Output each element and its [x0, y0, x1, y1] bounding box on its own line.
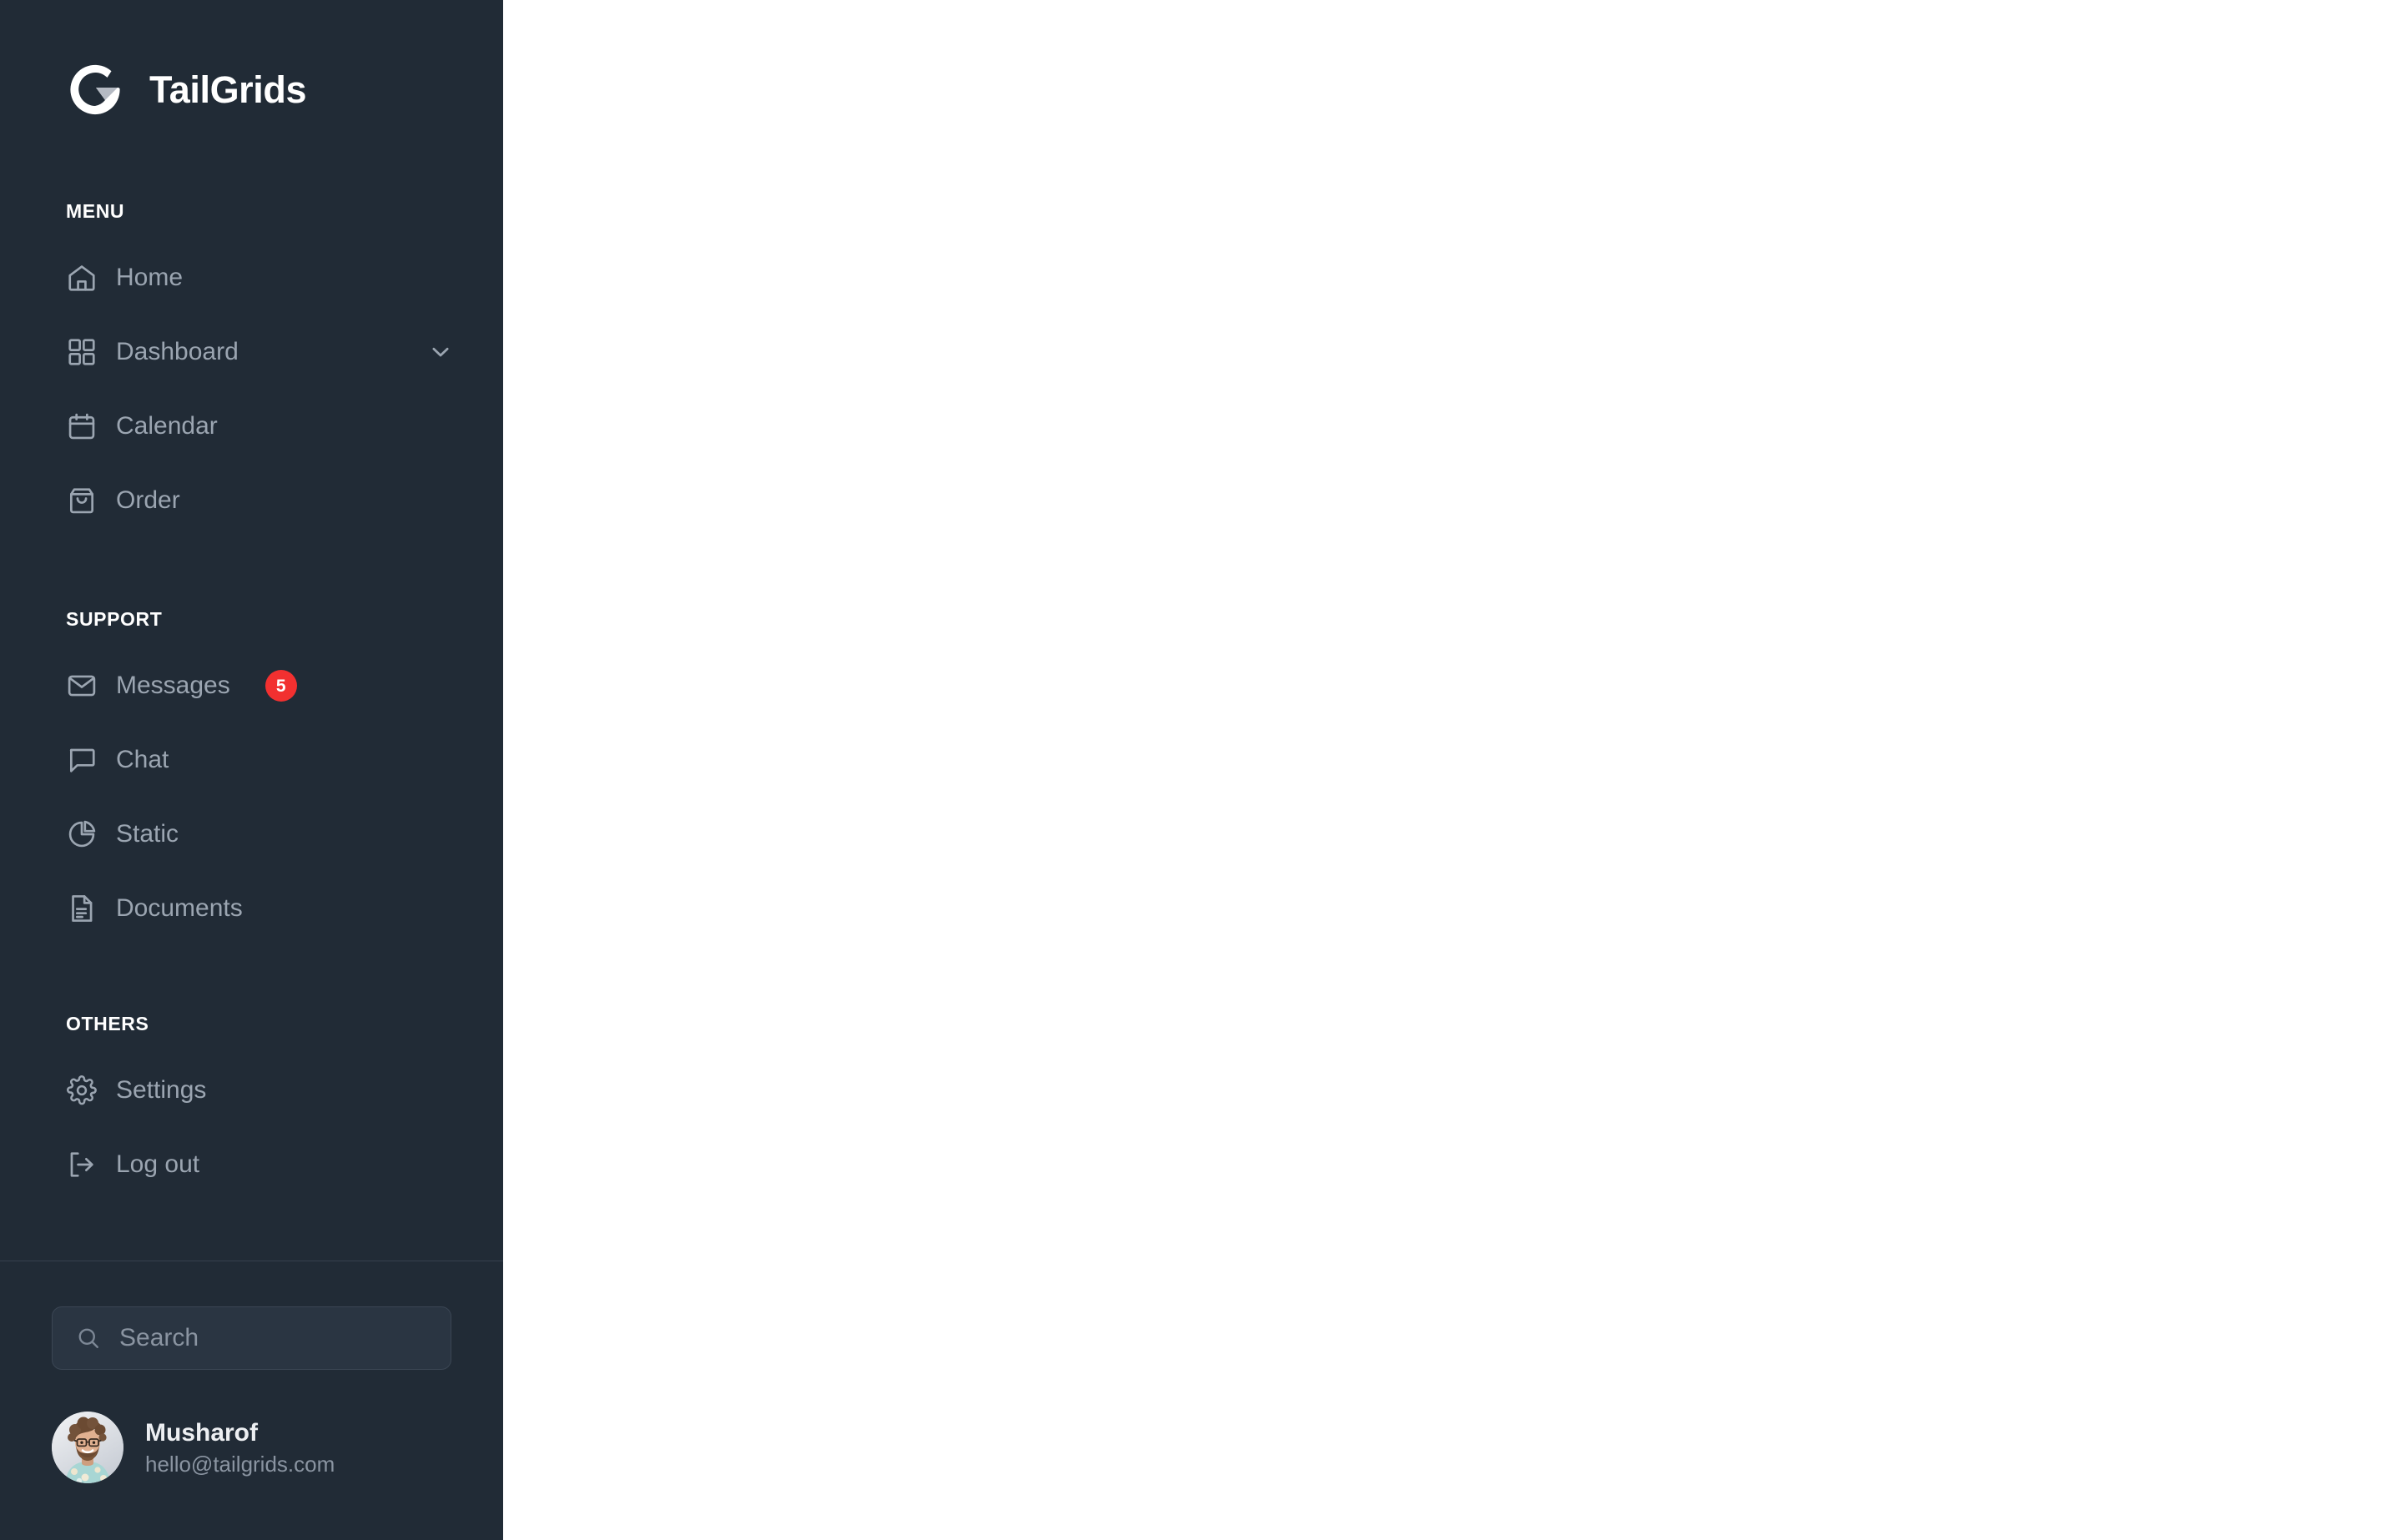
sidebar-item-static[interactable]: Static: [0, 809, 503, 859]
search-input[interactable]: [119, 1324, 441, 1352]
document-text-icon: [66, 893, 98, 924]
sidebar-footer: Musharof hello@tailgrids.com: [0, 1261, 503, 1540]
sidebar-item-logout[interactable]: Log out: [0, 1140, 503, 1190]
search-box[interactable]: [52, 1306, 451, 1370]
sidebar: TailGrids MENU Home Dashboard Calendar O…: [0, 0, 503, 1540]
sidebar-nav-area: TailGrids MENU Home Dashboard Calendar O…: [0, 0, 503, 1261]
sidebar-item-documents[interactable]: Documents: [0, 883, 503, 934]
app-root: TailGrids MENU Home Dashboard Calendar O…: [0, 0, 2403, 1540]
gear-icon: [66, 1074, 98, 1106]
grid-icon: [66, 336, 98, 368]
section-heading-menu: MENU: [66, 200, 125, 222]
sidebar-item-chat[interactable]: Chat: [0, 735, 503, 785]
envelope-icon: [66, 670, 98, 702]
sidebar-item-label: Order: [116, 486, 180, 514]
sidebar-item-label: Home: [116, 264, 184, 291]
nav-list-others: Settings Log out: [0, 1065, 503, 1190]
pie-chart-icon: [66, 818, 98, 850]
sidebar-item-settings[interactable]: Settings: [0, 1065, 503, 1115]
search-icon: [76, 1326, 101, 1351]
sidebar-item-label: Calendar: [116, 412, 218, 440]
section-heading-others: OTHERS: [66, 1013, 149, 1034]
profile-text: Musharof hello@tailgrids.com: [145, 1418, 335, 1477]
sidebar-item-calendar[interactable]: Calendar: [0, 401, 503, 451]
sidebar-item-order[interactable]: Order: [0, 476, 503, 526]
sidebar-item-label: Messages: [116, 672, 230, 699]
sidebar-item-dashboard[interactable]: Dashboard: [0, 327, 503, 377]
sidebar-item-label: Log out: [116, 1150, 200, 1178]
logout-icon: [66, 1149, 98, 1180]
nav-list-support: Messages 5 Chat Static Documents: [0, 661, 503, 934]
profile-card[interactable]: Musharof hello@tailgrids.com: [0, 1370, 503, 1540]
profile-email: hello@tailgrids.com: [145, 1451, 335, 1477]
brand-logo-link[interactable]: TailGrids: [0, 0, 503, 118]
status-badge: 5: [264, 670, 297, 702]
search-container: [0, 1261, 503, 1370]
chevron-down-icon[interactable]: [428, 340, 453, 365]
tailgrids-g-logo-icon: [66, 60, 124, 118]
avatar: [52, 1412, 123, 1483]
profile-name: Musharof: [145, 1418, 258, 1447]
sidebar-item-label: Static: [116, 820, 179, 848]
sidebar-item-messages[interactable]: Messages 5: [0, 661, 503, 711]
brand-name: TailGrids: [149, 68, 307, 111]
sidebar-item-label: Documents: [116, 894, 243, 922]
nav-list-menu: Home Dashboard Calendar Order: [0, 253, 503, 526]
shopping-bag-icon: [66, 485, 98, 516]
main-content-area: [503, 0, 2403, 1540]
sidebar-item-label: Settings: [116, 1076, 207, 1104]
calendar-icon: [66, 410, 98, 442]
sidebar-item-label: Chat: [116, 746, 169, 773]
section-heading-support: SUPPORT: [66, 608, 163, 630]
home-icon: [66, 262, 98, 294]
sidebar-item-home[interactable]: Home: [0, 253, 503, 303]
chat-bubble-icon: [66, 744, 98, 776]
sidebar-item-label: Dashboard: [116, 338, 239, 365]
